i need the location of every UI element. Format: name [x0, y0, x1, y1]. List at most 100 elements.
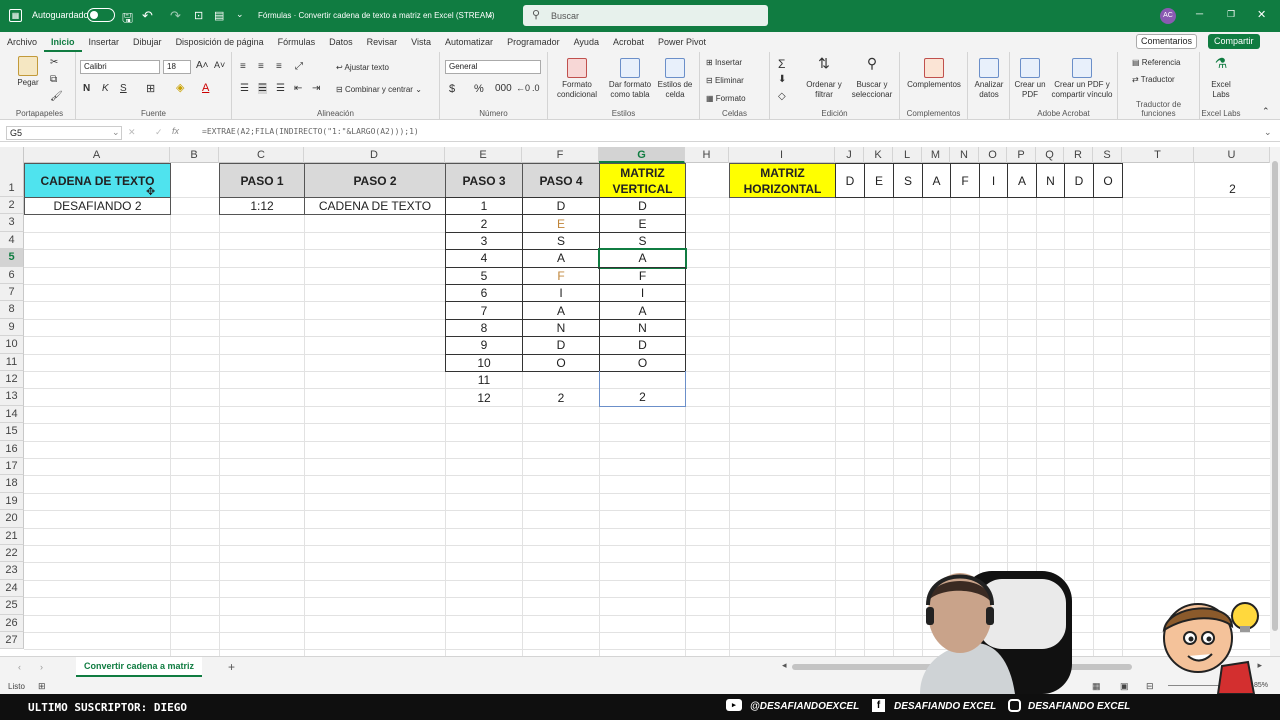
column-header-l[interactable]: L — [893, 147, 922, 163]
autosave-toggle[interactable] — [87, 8, 115, 22]
cell-e11[interactable]: 10 — [445, 353, 523, 372]
restore-icon[interactable]: ❐ — [1227, 9, 1235, 20]
cell-f9[interactable]: N — [522, 318, 600, 338]
align-right-icon[interactable]: ☰ — [276, 83, 285, 94]
name-box[interactable]: G5 — [6, 126, 122, 140]
create-pdf-button[interactable]: Crear un PDF — [1012, 58, 1048, 100]
camera-icon[interactable]: ⊡ — [194, 9, 203, 22]
cell-k1[interactable]: E — [864, 163, 894, 198]
cell-e12[interactable]: 11 — [445, 371, 523, 389]
normal-view-icon[interactable]: ▦ — [1092, 681, 1101, 692]
row-header-25[interactable]: 25 — [0, 597, 24, 615]
cell-e6[interactable]: 5 — [445, 266, 523, 285]
column-header-k[interactable]: K — [864, 147, 893, 163]
row-header-7[interactable]: 7 — [0, 284, 24, 302]
cell-e13[interactable]: 12 — [445, 388, 523, 406]
row-header-20[interactable]: 20 — [0, 510, 24, 528]
bold-button[interactable]: N — [83, 83, 90, 94]
user-avatar[interactable]: AC — [1160, 8, 1176, 24]
row-header-16[interactable]: 16 — [0, 440, 24, 458]
comma-icon[interactable]: 000 — [495, 83, 512, 94]
row-header-22[interactable]: 22 — [0, 545, 24, 563]
cell-g1-matriz-vertical[interactable]: MATRIZ VERTICAL — [599, 163, 686, 198]
cancel-entry-icon[interactable]: ✕ — [128, 127, 136, 138]
analyze-data-button[interactable]: Analizar datos — [970, 58, 1008, 100]
row-header-6[interactable]: 6 — [0, 266, 24, 284]
row-header-11[interactable]: 11 — [0, 353, 24, 371]
increase-decimal-icon[interactable]: ←0 — [516, 83, 530, 93]
cell-f1-paso-4[interactable]: PASO 4 — [522, 163, 600, 198]
prev-sheet-icon[interactable]: ‹ — [18, 662, 21, 672]
row-header-8[interactable]: 8 — [0, 301, 24, 319]
cell-e10[interactable]: 9 — [445, 336, 523, 355]
cell-g6[interactable]: F — [599, 266, 686, 285]
tab-datos[interactable]: Datos — [322, 32, 360, 52]
document-title[interactable]: Fórmulas · Convertir cadena de texto a m… — [258, 11, 495, 20]
decrease-decimal-icon[interactable]: .0 — [532, 83, 540, 93]
cell-j1[interactable]: D — [835, 163, 865, 198]
collapse-ribbon-icon[interactable]: ⌃ — [1262, 106, 1270, 117]
font-name-combo[interactable]: Calibri — [80, 60, 160, 74]
cell-e3[interactable]: 2 — [445, 214, 523, 233]
cell-g9[interactable]: N — [599, 318, 686, 338]
cell-g11[interactable]: O — [599, 353, 686, 372]
align-top-icon[interactable]: ≡ — [240, 61, 246, 72]
cell-a2-desafiando[interactable]: DESAFIANDO 2 — [24, 197, 171, 216]
column-header-n[interactable]: N — [950, 147, 979, 163]
currency-icon[interactable]: $ — [449, 83, 455, 95]
cell-g2[interactable]: D — [599, 197, 686, 216]
delete-cells-button[interactable]: ⊟ Eliminar — [706, 76, 744, 85]
increase-indent-icon[interactable]: ⇥ — [312, 83, 320, 94]
font-color-icon[interactable]: A — [202, 82, 209, 94]
undo-icon[interactable]: ↶ — [142, 8, 153, 24]
fill-icon[interactable]: ⬇ — [778, 74, 786, 85]
sheet-tab-active[interactable]: Convertir cadena a matriz — [76, 657, 203, 677]
cell-c1-paso-1[interactable]: PASO 1 — [219, 163, 305, 198]
cell-e7[interactable]: 6 — [445, 284, 523, 303]
sort-filter-button[interactable]: ⇅ Ordenar y filtrar — [802, 56, 846, 100]
format-painter-icon[interactable]: 🖌 — [50, 91, 63, 102]
cell-d2[interactable]: CADENA DE TEXTO — [304, 197, 446, 216]
tab-insertar[interactable]: Insertar — [82, 32, 127, 52]
translator-button[interactable]: ⇄ Traductor — [1132, 75, 1175, 84]
align-bottom-icon[interactable]: ≡ — [276, 61, 282, 72]
tab-automatizar[interactable]: Automatizar — [438, 32, 500, 52]
borders-icon[interactable]: ⊞ — [146, 82, 155, 95]
cell-e1-paso-3[interactable]: PASO 3 — [445, 163, 523, 198]
vertical-scrollbar[interactable] — [1270, 147, 1280, 656]
column-header-i[interactable]: I — [729, 147, 835, 163]
column-header-b[interactable]: B — [170, 147, 219, 163]
cell-g12[interactable] — [599, 371, 686, 390]
cell-g8[interactable]: A — [599, 301, 686, 320]
cell-c2[interactable]: 1:12 — [219, 197, 305, 216]
copy-icon[interactable]: ⧉ — [50, 74, 57, 85]
comments-button[interactable]: Comentarios — [1136, 34, 1198, 49]
row-header-2[interactable]: 2 — [0, 197, 24, 215]
column-header-h[interactable]: H — [685, 147, 729, 163]
row-header-17[interactable]: 17 — [0, 458, 24, 476]
fx-label[interactable]: fx — [172, 126, 179, 136]
find-select-button[interactable]: ⚲ Buscar y seleccionar — [846, 56, 898, 100]
decrease-indent-icon[interactable]: ⇤ — [294, 83, 302, 94]
wrap-text-button[interactable]: ↩ Ajustar texto — [336, 63, 389, 72]
row-header-21[interactable]: 21 — [0, 527, 24, 545]
cell-f6[interactable]: F — [522, 266, 600, 285]
cell-styles-button[interactable]: Estilos de celda — [654, 58, 696, 100]
tab-revisar[interactable]: Revisar — [360, 32, 405, 52]
conditional-format-button[interactable]: Formato condicional — [552, 58, 602, 100]
cell-f7[interactable]: I — [522, 284, 600, 303]
cell-f13[interactable]: 2 — [522, 388, 600, 406]
cell-t1-value[interactable]: 2 — [1194, 163, 1270, 198]
increase-font-icon[interactable]: A˄ — [196, 60, 209, 71]
excel-labs-button[interactable]: ⚗ Excel Labs — [1202, 56, 1240, 100]
formula-text[interactable]: =EXTRAE(A2;FILA(INDIRECTO("1:"&LARGO(A2)… — [202, 127, 419, 136]
column-header-s[interactable]: S — [1093, 147, 1122, 163]
cell-i1-matriz-horizontal[interactable]: MATRIZ HORIZONTAL — [729, 163, 836, 198]
tab-programador[interactable]: Programador — [500, 32, 567, 52]
tab-disposición-de-página[interactable]: Disposición de página — [169, 32, 271, 52]
align-left-icon[interactable]: ☰ — [240, 83, 249, 94]
tab-fórmulas[interactable]: Fórmulas — [271, 32, 323, 52]
share-button[interactable]: Compartir — [1208, 34, 1260, 49]
cell-e8[interactable]: 7 — [445, 301, 523, 320]
column-header-r[interactable]: R — [1064, 147, 1093, 163]
